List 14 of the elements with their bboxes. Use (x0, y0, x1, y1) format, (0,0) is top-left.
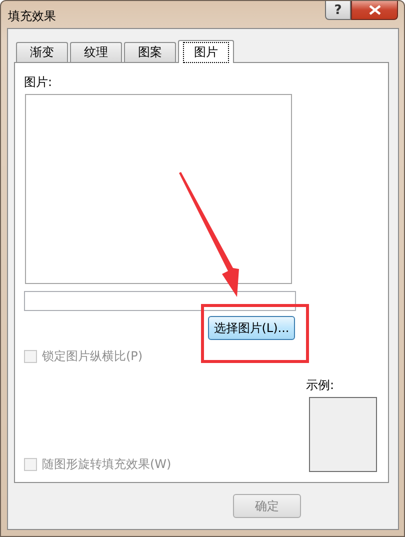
help-button[interactable]: ? (325, 1, 351, 20)
checkbox-label: 随图形旋转填充效果(W) (42, 456, 172, 472)
checkbox-label: 锁定图片纵横比(P) (42, 348, 143, 364)
tab[interactable]: 渐变 (16, 42, 68, 62)
sample-label: 示例: (306, 377, 336, 391)
input-field[interactable] (24, 291, 296, 311)
tab[interactable]: 图案 (124, 42, 176, 62)
tab[interactable]: 纹理 (70, 42, 122, 62)
close-icon (368, 5, 380, 15)
picture-label: 图片: (24, 74, 54, 88)
window-title: 填充效果 (8, 8, 56, 25)
close-button[interactable] (351, 1, 398, 20)
tab[interactable]: 图片 (178, 40, 234, 63)
select-picture-button[interactable]: 选择图片(L)... (208, 316, 295, 340)
